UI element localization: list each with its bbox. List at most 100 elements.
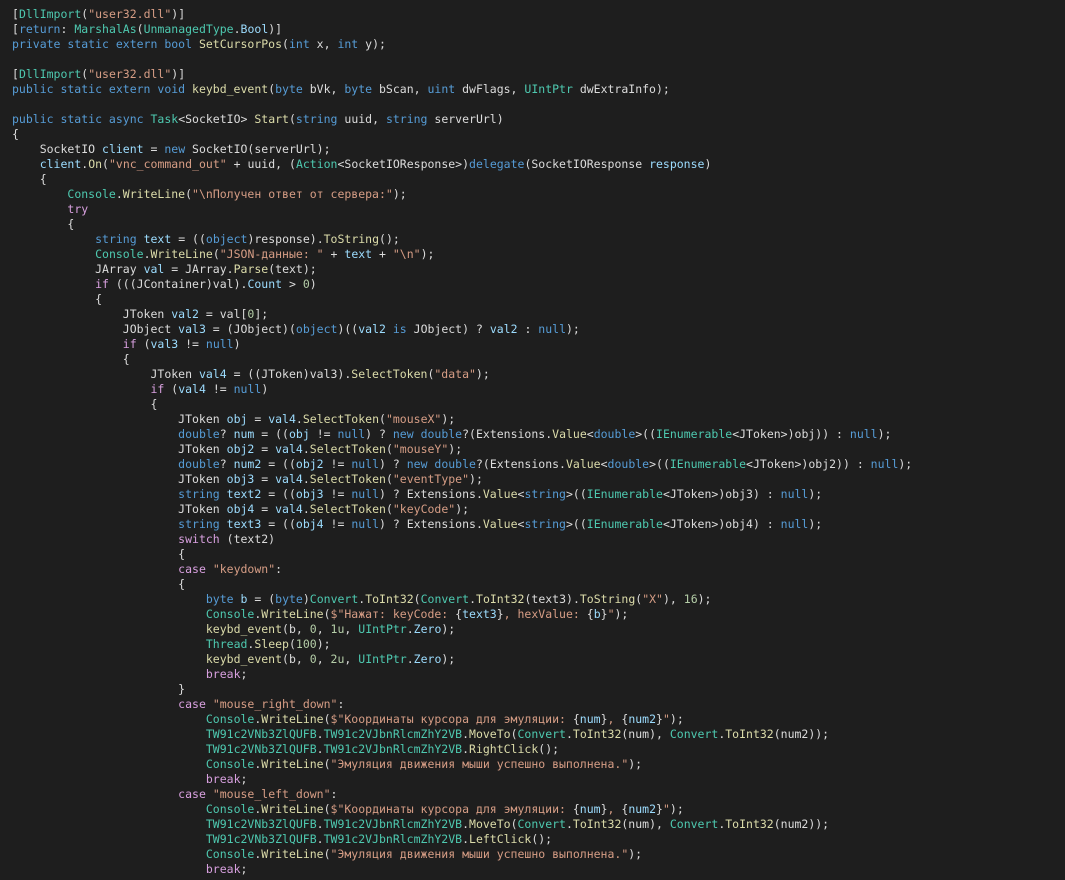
code-token: num2	[628, 802, 657, 816]
code-token: );	[441, 622, 456, 636]
code-token: new	[164, 142, 186, 156]
code-token: <	[600, 457, 608, 471]
code-token: delegate	[469, 157, 525, 171]
code-token: !=	[323, 457, 352, 471]
code-token: );	[669, 802, 684, 816]
code-token: );	[392, 187, 407, 201]
code-token: (text2)	[219, 532, 276, 546]
code-token: obj	[226, 412, 248, 426]
code-token: (	[323, 802, 331, 816]
code-token: (	[323, 757, 331, 771]
code-token: UIntPtr	[358, 622, 407, 636]
code-token: obj3	[226, 472, 255, 486]
code-line: Console.WriteLine("\nПолучен ответ от се…	[0, 187, 1065, 202]
code-token: UIntPtr	[524, 82, 573, 96]
code-token: int	[337, 37, 359, 51]
code-token: ?(Extensions.	[462, 427, 553, 441]
code-token: 1u	[330, 622, 345, 636]
code-token: SocketIO(serverUrl);	[185, 142, 331, 156]
code-token: IEnumerable	[669, 457, 747, 471]
code-token: .	[115, 187, 123, 201]
code-token: ();	[531, 832, 553, 846]
code-token: "JSON-данные: "	[219, 247, 324, 261]
code-line: JArray val = JArray.Parse(text);	[0, 262, 1065, 277]
code-line: if (((JContainer)val).Count > 0)	[0, 277, 1065, 292]
code-token: double	[593, 427, 636, 441]
code-line: try	[0, 202, 1065, 217]
code-line: JToken val2 = val[0];	[0, 307, 1065, 322]
code-token: JToken	[12, 442, 227, 456]
code-token: .	[295, 412, 303, 426]
code-token: .	[462, 832, 470, 846]
code-token: + uuid, (	[226, 157, 296, 171]
code-token: :	[275, 562, 283, 576]
code-token: {	[586, 607, 594, 621]
code-token: "mouse_right_down"	[212, 697, 338, 711]
code-token: )]	[171, 7, 186, 21]
code-token: ToInt32	[572, 727, 622, 741]
code-token: "mouse_left_down"	[212, 787, 331, 801]
code-token: ToInt32	[365, 592, 414, 606]
code-token: Value	[565, 457, 601, 471]
code-token: dwExtraInfo);	[572, 82, 670, 96]
code-token: .	[316, 832, 324, 846]
code-token: (	[385, 472, 393, 486]
code-token: JObject) ?	[406, 322, 490, 336]
code-token: (SocketIOResponse	[524, 157, 650, 171]
code-token: num2	[233, 457, 262, 471]
code-line: [DllImport("user32.dll")]	[0, 67, 1065, 82]
code-token: {	[572, 712, 580, 726]
code-token: int	[288, 37, 310, 51]
code-token: >((	[565, 517, 587, 531]
code-token: .	[316, 727, 324, 741]
code-line: [return: MarshalAs(UnmanagedType.Bool)]	[0, 22, 1065, 37]
code-token: Zero	[413, 622, 442, 636]
code-token: = ((	[254, 427, 289, 441]
code-token: )	[261, 382, 269, 396]
code-editor[interactable]: [DllImport("user32.dll")] [return: Marsha…	[0, 0, 1065, 880]
code-token: $"Координаты курсора для эмуляции:	[330, 712, 573, 726]
code-token: val4	[268, 412, 296, 426]
code-token: Console	[205, 802, 255, 816]
code-token: bVk,	[302, 82, 345, 96]
code-token: val4	[275, 472, 303, 486]
code-token: string	[178, 487, 220, 501]
code-token: .	[302, 502, 310, 516]
code-token: );	[455, 502, 470, 516]
code-token: )	[233, 337, 241, 351]
code-token: DllImport	[18, 67, 82, 81]
code-line: keybd_event(b, 0, 1u, UIntPtr.Zero);	[0, 622, 1065, 637]
code-line: SocketIO client = new SocketIO(serverUrl…	[0, 142, 1065, 157]
code-token: ];	[254, 307, 269, 321]
code-token: (text);	[268, 262, 317, 276]
code-token: TW91c2VJbnRlcmZhY2VB	[323, 832, 463, 846]
code-token: (num2));	[773, 817, 830, 831]
code-token: .	[462, 727, 470, 741]
code-line: JToken obj3 = val4.SelectToken("eventTyp…	[0, 472, 1065, 487]
code-token: {	[572, 802, 580, 816]
code-token: (	[385, 442, 393, 456]
code-token: (	[323, 607, 331, 621]
code-token: (	[385, 502, 393, 516]
code-token: , hexValue:	[503, 607, 587, 621]
code-token: val4	[178, 382, 206, 396]
code-token: text2	[226, 487, 262, 501]
code-token: object	[205, 232, 248, 246]
code-token: Value	[552, 427, 587, 441]
code-token: null	[351, 487, 380, 501]
code-line: Console.WriteLine("JSON-данные: " + text…	[0, 247, 1065, 262]
code-token: JToken	[12, 412, 227, 426]
code-line: case "mouse_left_down":	[0, 787, 1065, 802]
code-token: >	[282, 277, 303, 291]
code-token: Count	[247, 277, 283, 291]
code-token: JArray	[12, 262, 144, 276]
code-token: );	[420, 247, 435, 261]
code-token: <	[586, 427, 594, 441]
code-token: null	[351, 517, 380, 531]
